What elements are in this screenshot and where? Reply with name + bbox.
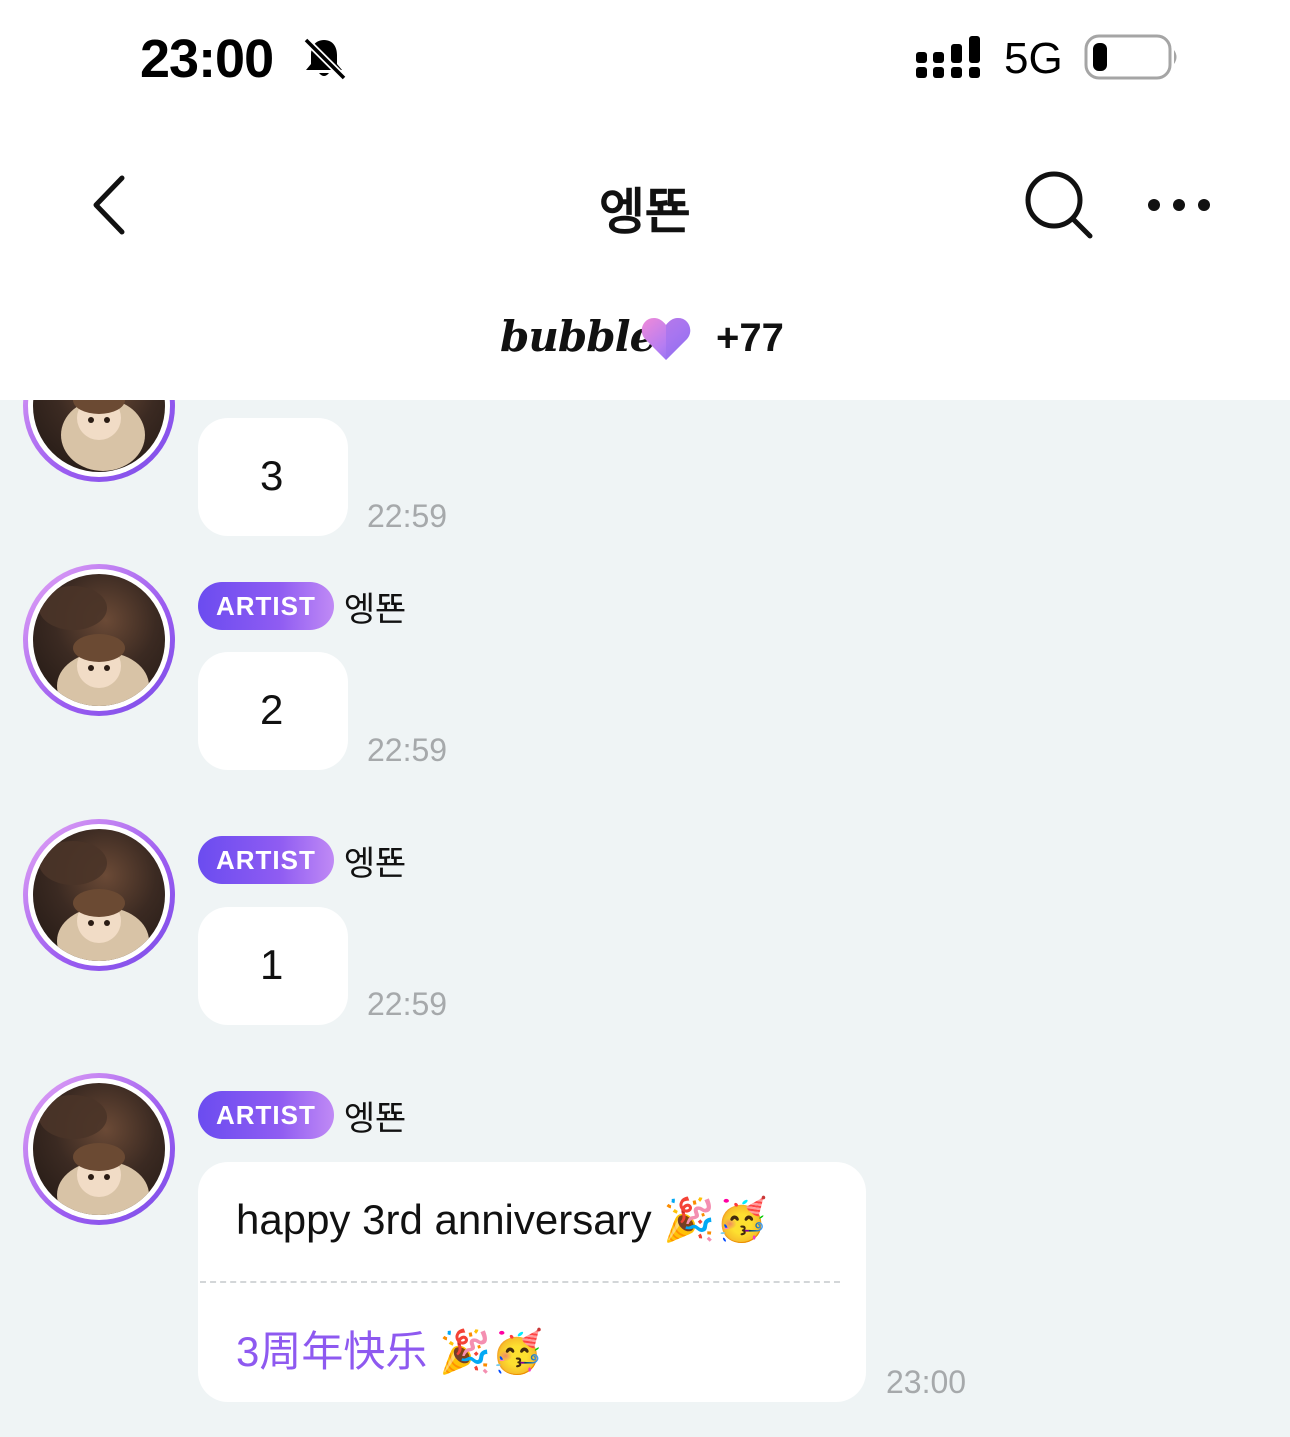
artist-badge: ARTIST <box>198 582 334 630</box>
message-time: 22:59 <box>367 986 448 1022</box>
bubble-count: +77 <box>716 316 784 360</box>
message-time: 23:00 <box>886 1364 967 1400</box>
chat-header: 엥뚄 <box>0 120 1290 290</box>
message-text: 1 <box>260 941 284 988</box>
artist-badge: ARTIST <box>198 1091 334 1139</box>
sender-row: ARTIST 엥뚄 <box>198 836 406 884</box>
message-bubble[interactable]: 3 <box>198 418 348 536</box>
artist-badge: ARTIST <box>198 836 334 884</box>
sender-name: 엥뚄 <box>343 590 407 629</box>
avatar-photo <box>39 1095 149 1215</box>
sender-name: 엥뚄 <box>343 1099 407 1138</box>
network-label: 5G <box>1004 34 1063 83</box>
message-bubble[interactable]: 2 <box>198 652 348 770</box>
message-text: happy 3rd anniversary 🎉🥳 <box>236 1196 768 1243</box>
search-icon[interactable] <box>1022 168 1096 242</box>
status-bar: 23:00 5G <box>0 0 1290 120</box>
bubble-bar[interactable]: bubble +77 <box>0 290 1290 400</box>
message-text: 3 <box>260 452 284 499</box>
bubble-logo: bubble <box>500 312 656 361</box>
signal-icon <box>916 36 980 78</box>
avatar[interactable] <box>23 1073 175 1225</box>
status-time: 23:00 <box>140 29 274 89</box>
sender-row: ARTIST 엥뚄 <box>198 582 406 630</box>
translated-text: 3周年快乐 🎉🥳 <box>236 1328 544 1375</box>
message-time: 22:59 <box>367 732 448 768</box>
avatar[interactable] <box>23 564 175 716</box>
bell-muted-icon <box>303 37 347 81</box>
avatar-photo <box>39 586 149 706</box>
avatar[interactable] <box>23 819 175 971</box>
more-icon[interactable] <box>1144 190 1214 220</box>
sender-row: ARTIST 엥뚄 <box>198 1091 406 1139</box>
message-bubble[interactable]: 1 <box>198 907 348 1025</box>
avatar-photo <box>39 841 149 961</box>
battery-icon <box>1084 34 1177 80</box>
message-time: 22:59 <box>367 498 448 534</box>
page-title: 엥뚄 <box>599 184 691 240</box>
chat-area[interactable]: 3 22:59 ARTIST 엥뚄 2 22:59 ARTIST 엥뚄 1 22… <box>0 400 1290 1437</box>
avatar-photo <box>61 400 145 471</box>
translation-divider <box>200 1281 840 1283</box>
sender-name: 엥뚄 <box>343 844 407 883</box>
avatar[interactable] <box>23 400 175 482</box>
heart-icon <box>641 318 691 360</box>
message-text: 2 <box>260 686 284 733</box>
